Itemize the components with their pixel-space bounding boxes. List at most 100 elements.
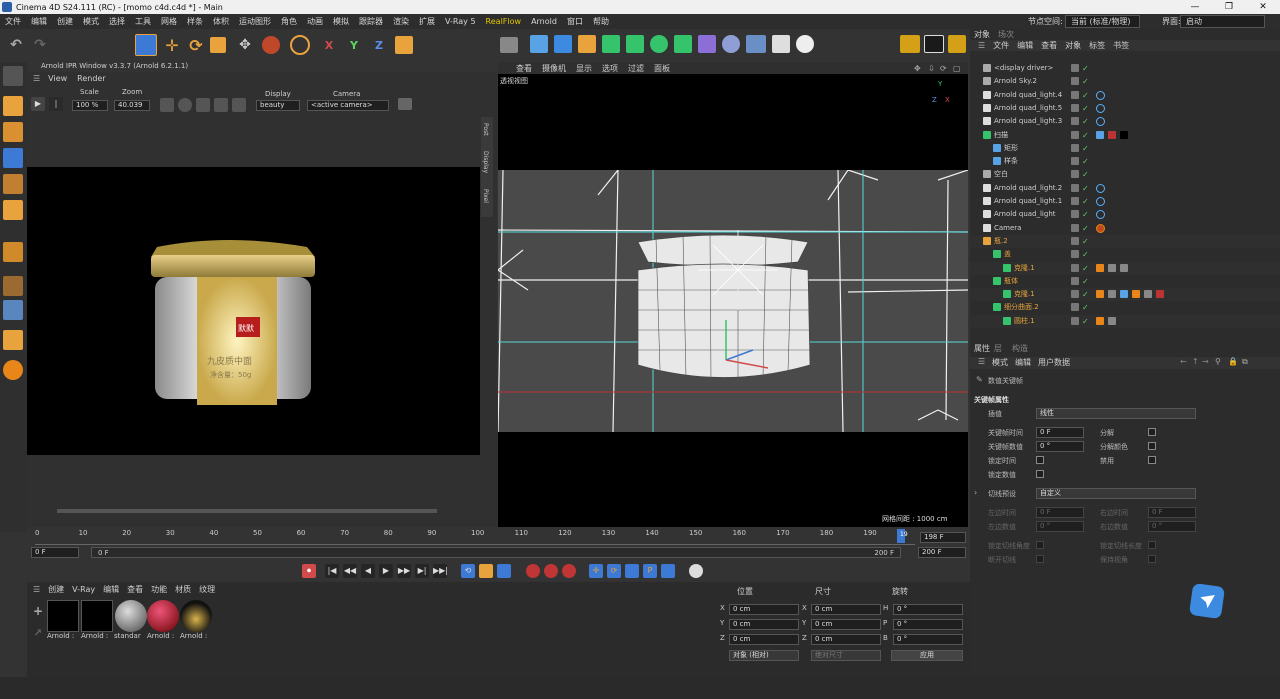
object-row[interactable]: 空白 ✓ [970,168,1280,181]
object-name[interactable]: 瓶.2 [994,235,1008,248]
visibility-toggle-icon[interactable] [1071,276,1079,285]
object-row[interactable]: 圆柱.1 ✓ [970,314,1280,328]
menu-realflow[interactable]: RealFlow [481,17,527,26]
menu-render[interactable]: 渲染 [388,16,414,27]
add-material-icon[interactable]: + [31,604,45,618]
camera-mode-icon[interactable] [290,35,310,55]
x-axis-lock[interactable]: X [320,36,338,54]
object-row[interactable]: Arnold quad_light.3 ✓ [970,115,1280,128]
material-tag-icon[interactable] [1096,316,1104,325]
nav-up-icon[interactable]: ↑ [1192,357,1199,366]
position-field[interactable]: 0 cm [729,634,799,645]
attributes-menu-edit[interactable]: 编辑 [1015,357,1031,368]
lock-time-checkbox[interactable] [1036,456,1044,464]
object-name[interactable]: Arnold quad_light.4 [994,89,1062,102]
visibility-toggle-icon[interactable] [1071,197,1079,205]
dolly-icon[interactable]: ⇩ [928,64,935,73]
camera-tag-icon[interactable] [1096,223,1105,233]
redo-icon[interactable]: ↷ [30,35,50,55]
material-menu-view[interactable]: 查看 [127,584,143,595]
visibility-toggle-icon[interactable] [1071,263,1079,272]
viewport-menu-filter[interactable]: 过滤 [628,63,644,74]
size-field[interactable]: 0 cm [811,634,881,645]
mute-checkbox[interactable] [1148,456,1156,464]
view-compare-icon[interactable] [214,98,228,112]
coord-mode-dropdown[interactable]: 对象 (相对) [729,650,799,661]
light-icon[interactable] [796,35,814,53]
enable-check-icon[interactable]: ✓ [1082,168,1089,181]
tangent-preset-dropdown[interactable]: 自定义 [1036,488,1196,499]
objects-menu-file[interactable]: 文件 [993,40,1009,51]
material-menu-material[interactable]: 材质 [175,584,191,595]
size-field[interactable]: 0 cm [811,604,881,615]
previous-key-button[interactable]: ◀◀ [343,564,357,578]
key-pla-icon[interactable] [661,564,675,578]
material-tag-icon[interactable] [1108,263,1116,272]
object-row[interactable]: 细分曲面.2 ✓ [970,301,1280,315]
objects-hamburger-icon[interactable]: ☰ [978,41,985,50]
ipr-menu-view[interactable]: View [48,74,67,83]
enable-check-icon[interactable]: ✓ [1082,222,1089,235]
menu-tracker[interactable]: 跟踪器 [354,16,388,27]
deformer-icon[interactable] [698,35,716,53]
menu-simulate[interactable]: 模拟 [328,16,354,27]
viewport-menu-cameras[interactable]: 摄像机 [542,63,566,74]
tab-pixel[interactable]: Pixel [482,189,489,203]
zoom-field[interactable]: 40.039 [114,100,150,111]
object-name[interactable]: 圆柱.1 [1014,315,1035,328]
edges-mode-icon[interactable] [3,174,23,194]
extrude-icon[interactable] [626,35,644,53]
object-name[interactable]: Arnold quad_light.2 [994,182,1062,195]
break-color-checkbox[interactable] [1148,442,1156,450]
viewport-menu-panel[interactable]: 面板 [654,63,670,74]
enable-check-icon[interactable]: ✓ [1082,275,1089,288]
menu-create[interactable]: 创建 [52,16,78,27]
visibility-toggle-icon[interactable] [1071,210,1079,219]
object-row[interactable]: 扫描 ✓ [970,129,1280,142]
size-mode-dropdown[interactable]: 绝对尺寸 [811,650,881,661]
object-name[interactable]: 扫描 [994,129,1008,142]
object-name[interactable]: Arnold quad_light.3 [994,115,1062,128]
interpolation-dropdown[interactable]: 线性 [1036,408,1196,419]
menu-mesh[interactable]: 网格 [156,16,182,27]
visibility-toggle-icon[interactable] [1071,223,1079,232]
y-axis-lock[interactable]: Y [345,36,363,54]
enable-check-icon[interactable]: ✓ [1082,301,1089,314]
coordinate-system-icon[interactable] [395,36,413,54]
transform-icon[interactable]: ✥ [235,34,255,56]
tab-attributes[interactable]: 属性 [974,343,990,354]
enable-check-icon[interactable]: ✓ [1082,208,1089,221]
object-row[interactable]: 样条 ✓ [970,155,1280,168]
object-row[interactable]: Arnold Sky.2 ✓ [970,75,1280,88]
subdivision-icon[interactable] [602,35,620,53]
viewport-menu-display[interactable]: 显示 [576,63,592,74]
material-tag-icon[interactable] [1108,290,1116,299]
expand-icon[interactable]: › [974,488,977,497]
material-tag-icon[interactable] [1096,130,1104,139]
nav-back-icon[interactable]: ← [1180,357,1187,366]
object-row[interactable]: 矩形 ✓ [970,142,1280,155]
enable-check-icon[interactable]: ✓ [1082,182,1089,195]
timeline-ruler[interactable]: 0 10 20 30 40 50 60 70 80 90 100 110 120 130 140 150 160… [35,529,915,545]
ipr-play-button[interactable]: ▶ [31,97,45,111]
material-tag-icon[interactable] [1156,290,1164,299]
visibility-toggle-icon[interactable] [1071,236,1079,245]
object-row[interactable]: 瓶体 ✓ [970,274,1280,288]
previous-frame-button[interactable]: ◀ [361,564,375,578]
material-tag-icon[interactable] [1120,263,1128,272]
undo-icon[interactable]: ↶ [6,35,26,55]
enable-check-icon[interactable]: ✓ [1082,262,1089,275]
menu-mograph[interactable]: 运动图形 [234,16,276,27]
material-swatch-4[interactable] [147,600,179,632]
object-row[interactable]: <display driver> ✓ [970,62,1280,75]
menu-spline[interactable]: 样条 [182,16,208,27]
key-rotation-icon[interactable]: ⟳ [607,564,621,578]
maximize-view-icon[interactable]: ▢ [953,64,961,73]
material-tag-icon[interactable] [1096,263,1104,272]
polygons-mode-icon[interactable] [3,200,23,220]
autokeying-icon[interactable] [544,564,558,578]
material-swatch-3[interactable] [115,600,147,632]
view-grid-icon[interactable] [196,98,210,112]
visibility-toggle-icon[interactable] [1071,250,1079,259]
material-menu-texture[interactable]: 纹理 [199,584,215,595]
